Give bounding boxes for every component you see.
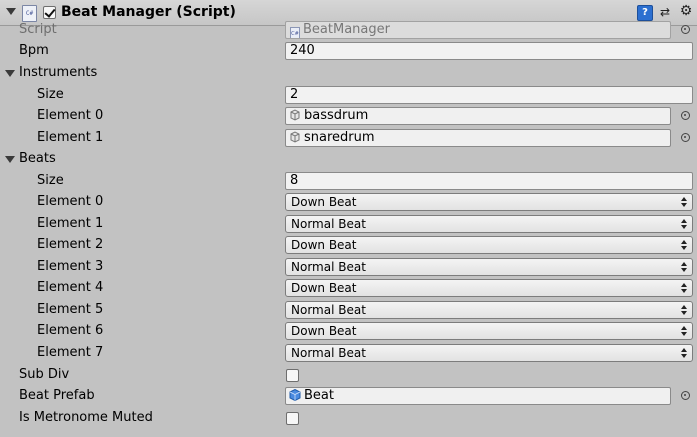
beats-element-1-dropdown[interactable]: Normal Beat — [285, 215, 693, 233]
dropdown-arrow-icon — [681, 348, 687, 358]
beats-element-0-row: Element 0 Down Beat — [0, 192, 697, 213]
dropdown-arrow-icon — [681, 283, 687, 293]
dropdown-arrow-icon — [681, 219, 687, 229]
beats-element-0-value: Down Beat — [291, 195, 357, 209]
beats-label: Beats — [19, 151, 56, 166]
beats-element-6-value: Down Beat — [291, 324, 357, 338]
instruments-element-0-row: Element 0 bassdrum — [0, 106, 697, 127]
is-metronome-muted-checkbox[interactable] — [286, 412, 299, 425]
beats-element-5-label: Element 5 — [37, 302, 104, 317]
beats-element-2-label: Element 2 — [37, 237, 104, 252]
script-field[interactable]: C# BeatManager — [285, 21, 671, 39]
beats-size-row: Size 8 — [0, 171, 697, 192]
beat-prefab-field[interactable]: Beat — [285, 387, 671, 405]
instruments-size-label: Size — [37, 87, 64, 102]
instruments-foldout[interactable]: Instruments — [0, 63, 697, 84]
dropdown-arrow-icon — [681, 326, 687, 336]
beats-element-2-dropdown[interactable]: Down Beat — [285, 236, 693, 254]
instruments-element-0-value: bassdrum — [304, 108, 369, 123]
beats-foldout[interactable]: Beats — [0, 149, 697, 170]
sub-div-row: Sub Div — [0, 365, 697, 386]
component-enabled-checkbox[interactable] — [43, 6, 56, 19]
beats-element-3-label: Element 3 — [37, 259, 104, 274]
script-value: BeatManager — [303, 22, 390, 37]
beats-element-3-row: Element 3 Normal Beat — [0, 257, 697, 278]
dropdown-arrow-icon — [681, 305, 687, 315]
instruments-element-1-row: Element 1 snaredrum — [0, 128, 697, 149]
bpm-label: Bpm — [19, 43, 49, 58]
beats-element-6-row: Element 6 Down Beat — [0, 321, 697, 342]
beats-size-input[interactable]: 8 — [285, 172, 693, 190]
instruments-element-1-field[interactable]: snaredrum — [285, 129, 671, 147]
component-title: Beat Manager (Script) — [61, 4, 236, 20]
beat-prefab-value: Beat — [304, 388, 334, 403]
gear-icon[interactable]: ⚙ — [678, 3, 694, 19]
script-file-icon: C# — [290, 27, 300, 38]
beats-element-3-dropdown[interactable]: Normal Beat — [285, 258, 693, 276]
beat-prefab-row: Beat Prefab Beat — [0, 386, 697, 407]
dropdown-arrow-icon — [681, 262, 687, 272]
instruments-element-1-label: Element 1 — [37, 130, 104, 145]
sub-div-checkbox[interactable] — [286, 369, 299, 382]
beats-element-7-dropdown[interactable]: Normal Beat — [285, 344, 693, 362]
inspector-panel: C# Beat Manager (Script) ? ⇄ ⚙ Script C#… — [0, 0, 697, 437]
script-label: Script — [19, 22, 57, 37]
prefab-icon — [289, 389, 301, 401]
beats-element-7-value: Normal Beat — [291, 346, 366, 360]
beats-element-2-value: Down Beat — [291, 238, 357, 252]
help-icon[interactable]: ? — [637, 5, 653, 21]
bpm-input[interactable]: 240 — [285, 42, 693, 60]
beats-element-4-dropdown[interactable]: Down Beat — [285, 279, 693, 297]
is-metronome-muted-label: Is Metronome Muted — [19, 410, 153, 425]
beats-element-1-row: Element 1 Normal Beat — [0, 214, 697, 235]
preset-icon[interactable]: ⇄ — [658, 5, 672, 19]
beat-prefab-label: Beat Prefab — [19, 388, 95, 403]
instruments-label: Instruments — [19, 65, 98, 80]
beats-element-1-label: Element 1 — [37, 216, 104, 231]
object-picker-icon[interactable] — [681, 111, 690, 120]
instruments-foldout-arrow-icon[interactable] — [5, 70, 15, 77]
instruments-size-row: Size 2 — [0, 85, 697, 106]
object-picker-icon[interactable] — [681, 391, 690, 400]
instruments-element-0-label: Element 0 — [37, 108, 104, 123]
beats-element-3-value: Normal Beat — [291, 260, 366, 274]
sub-div-label: Sub Div — [19, 367, 70, 382]
audio-clip-icon — [290, 131, 300, 143]
beats-element-5-dropdown[interactable]: Normal Beat — [285, 301, 693, 319]
instruments-size-input[interactable]: 2 — [285, 86, 693, 104]
dropdown-arrow-icon — [681, 240, 687, 250]
dropdown-arrow-icon — [681, 197, 687, 207]
instruments-element-1-value: snaredrum — [304, 130, 375, 145]
beats-element-0-label: Element 0 — [37, 194, 104, 209]
is-metronome-muted-row: Is Metronome Muted — [0, 408, 697, 429]
beats-element-2-row: Element 2 Down Beat — [0, 235, 697, 256]
beats-element-4-row: Element 4 Down Beat — [0, 278, 697, 299]
beats-foldout-arrow-icon[interactable] — [5, 156, 15, 163]
bpm-row: Bpm 240 — [0, 41, 697, 62]
beats-element-7-label: Element 7 — [37, 345, 104, 360]
beats-element-6-dropdown[interactable]: Down Beat — [285, 322, 693, 340]
beats-element-5-row: Element 5 Normal Beat — [0, 300, 697, 321]
script-row: Script C# BeatManager — [0, 20, 697, 41]
beats-element-0-dropdown[interactable]: Down Beat — [285, 193, 693, 211]
instruments-element-0-field[interactable]: bassdrum — [285, 107, 671, 125]
object-picker-icon[interactable] — [681, 133, 690, 142]
beats-element-4-label: Element 4 — [37, 280, 104, 295]
beats-size-label: Size — [37, 173, 64, 188]
beats-element-7-row: Element 7 Normal Beat — [0, 343, 697, 364]
beats-element-4-value: Down Beat — [291, 281, 357, 295]
foldout-arrow-icon[interactable] — [6, 8, 16, 15]
audio-clip-icon — [290, 109, 300, 121]
object-picker-icon[interactable] — [681, 25, 690, 34]
beats-element-5-value: Normal Beat — [291, 303, 366, 317]
beats-element-6-label: Element 6 — [37, 323, 104, 338]
beats-element-1-value: Normal Beat — [291, 217, 366, 231]
